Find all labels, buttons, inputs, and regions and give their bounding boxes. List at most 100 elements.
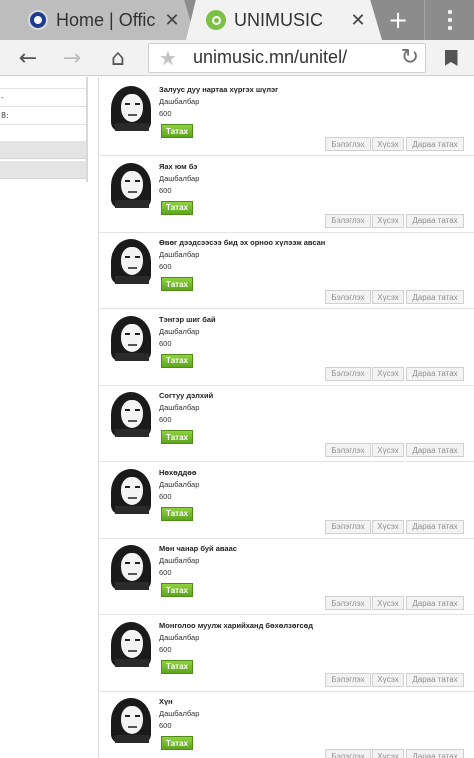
- download-button[interactable]: Татах: [161, 200, 193, 215]
- gift-button[interactable]: Бэлэглэх: [325, 672, 371, 687]
- download-button[interactable]: Татах: [161, 430, 193, 444]
- gift-button[interactable]: Бэлэглэх: [325, 519, 371, 534]
- download-later-button[interactable]: Дараа татах: [406, 672, 464, 687]
- photo-eye: [135, 103, 140, 105]
- song-title[interactable]: Өвөг дээдсээсээ бид эх орноо хүлээж авса…: [159, 238, 325, 247]
- photo-collar: [115, 658, 149, 667]
- unimusic-favicon-icon: [206, 10, 226, 30]
- download-button[interactable]: Татах: [161, 583, 193, 597]
- left-panel-shadow: [86, 77, 88, 182]
- gift-button[interactable]: Бэлэглэх: [325, 290, 371, 304]
- artist-photo[interactable]: [107, 542, 155, 590]
- wish-button[interactable]: Хүсэх: [372, 749, 404, 758]
- song-artist: Дашбалбар: [159, 403, 200, 412]
- photo-face: [121, 400, 143, 428]
- song-title[interactable]: Нөхөддөө: [159, 468, 196, 477]
- menu-dot: [447, 10, 452, 14]
- artist-photo[interactable]: [107, 695, 155, 743]
- artist-photo[interactable]: [107, 618, 155, 667]
- close-icon[interactable]: ✕: [158, 10, 186, 31]
- song-item: Согтуу дэлхий Дашбалбар 600 Татах Бэлэгл…: [99, 385, 474, 462]
- song-title[interactable]: Тэнгэр шиг бай: [159, 315, 216, 324]
- wish-button[interactable]: Хүсэх: [372, 290, 404, 304]
- tab-inner: Home | Offic… ✕: [0, 0, 196, 40]
- artist-photo[interactable]: [107, 236, 155, 284]
- download-later-button[interactable]: Дараа татах: [406, 213, 464, 228]
- left-panel-button[interactable]: [0, 161, 86, 179]
- song-title[interactable]: Согтуу дэлхий: [159, 391, 213, 400]
- download-button[interactable]: Татах: [161, 659, 193, 674]
- address-bar[interactable]: ★ unimusic.mn/unitel/ ↻: [148, 43, 426, 73]
- download-later-button[interactable]: Дараа татах: [406, 366, 464, 381]
- song-title[interactable]: Залуус дуу нартаа хүргэх шүлэг: [159, 85, 278, 94]
- song-title[interactable]: Яах юм бэ: [159, 162, 197, 171]
- gift-button[interactable]: Бэлэглэх: [325, 596, 371, 610]
- song-artist: Дашбалбар: [159, 632, 200, 642]
- artist-photo[interactable]: [107, 389, 155, 437]
- menu-dot: [447, 26, 452, 30]
- gift-button[interactable]: Бэлэглэх: [325, 749, 371, 758]
- photo-eye: [125, 638, 130, 641]
- song-title[interactable]: Монголоо муулж харийханд бөхөлзөгсөд: [159, 621, 313, 630]
- wish-button[interactable]: Хүсэх: [372, 596, 404, 610]
- song-title[interactable]: Хүн: [159, 697, 173, 706]
- song-price: 600: [159, 185, 172, 195]
- photo-eye: [135, 409, 140, 411]
- photo-collar: [115, 276, 149, 284]
- download-button[interactable]: Татах: [161, 124, 193, 138]
- song-price: 600: [159, 415, 172, 424]
- photo-face: [121, 170, 143, 199]
- wish-button[interactable]: Хүсэх: [372, 672, 404, 687]
- download-button[interactable]: Татах: [161, 277, 193, 291]
- photo-collar: [115, 505, 149, 514]
- download-button[interactable]: Татах: [161, 736, 193, 750]
- bookmarks-button[interactable]: [436, 40, 466, 76]
- tab-home[interactable]: Home | Offic… ✕: [0, 0, 196, 40]
- song-artist: Дашбалбар: [159, 556, 200, 565]
- artist-photo[interactable]: [107, 465, 155, 514]
- artist-photo[interactable]: [107, 312, 155, 361]
- close-icon[interactable]: ✕: [344, 10, 372, 31]
- song-artist: Дашбалбар: [159, 250, 200, 259]
- forward-arrow-icon[interactable]: →: [54, 40, 90, 76]
- gift-button[interactable]: Бэлэглэх: [325, 213, 371, 228]
- gift-button[interactable]: Бэлэглэх: [325, 366, 371, 381]
- song-price: 600: [159, 109, 172, 118]
- song-title[interactable]: Мөн чанар буй аваас: [159, 544, 237, 553]
- left-panel-button[interactable]: [0, 141, 86, 159]
- menu-dot: [447, 18, 452, 22]
- photo-eye: [135, 332, 140, 335]
- wish-button[interactable]: Хүсэх: [372, 519, 404, 534]
- new-tab-button[interactable]: +: [378, 0, 418, 40]
- gift-button[interactable]: Бэлэглэх: [325, 137, 371, 151]
- download-later-button[interactable]: Дараа татах: [406, 596, 464, 610]
- photo-eye: [125, 179, 130, 182]
- song-artist: Дашбалбар: [159, 709, 200, 718]
- tab-unimusic[interactable]: UNIMUSIC ✕: [186, 0, 382, 40]
- photo-collar: [115, 123, 149, 131]
- photo-eye: [125, 103, 130, 105]
- back-arrow-icon[interactable]: ←: [10, 40, 46, 76]
- reload-icon[interactable]: ↻: [401, 45, 419, 70]
- download-later-button[interactable]: Дараа татах: [406, 290, 464, 304]
- download-button[interactable]: Татах: [161, 353, 193, 368]
- artist-photo[interactable]: [107, 159, 155, 208]
- star-icon[interactable]: ★: [159, 46, 177, 70]
- download-later-button[interactable]: Дараа татах: [406, 443, 464, 457]
- wish-button[interactable]: Хүсэх: [372, 443, 404, 457]
- menu-icon[interactable]: [424, 0, 474, 40]
- download-later-button[interactable]: Дараа татах: [406, 519, 464, 534]
- artist-photo[interactable]: [107, 83, 155, 131]
- wish-button[interactable]: Хүсэх: [372, 137, 404, 151]
- home-icon[interactable]: ⌂: [100, 40, 136, 76]
- song-item: Мөн чанар буй аваас Дашбалбар 600 Татах …: [99, 538, 474, 615]
- photo-collar: [115, 735, 149, 743]
- download-later-button[interactable]: Дараа татах: [406, 137, 464, 151]
- download-later-button[interactable]: Дараа татах: [406, 749, 464, 758]
- wish-button[interactable]: Хүсэх: [372, 366, 404, 381]
- download-button[interactable]: Татах: [161, 506, 193, 521]
- wish-button[interactable]: Хүсэх: [372, 213, 404, 228]
- left-panel-row: [0, 77, 86, 89]
- gift-button[interactable]: Бэлэглэх: [325, 443, 371, 457]
- url-text[interactable]: unimusic.mn/unitel/: [193, 47, 347, 68]
